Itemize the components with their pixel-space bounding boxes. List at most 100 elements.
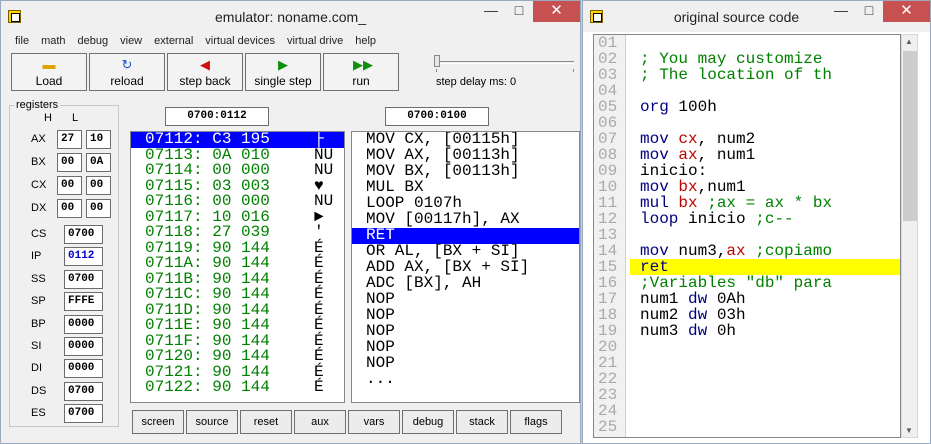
code-line[interactable]: mul bx ;ax = ax * bx (630, 195, 900, 211)
source-button[interactable]: source (186, 410, 238, 434)
code-area[interactable]: ; You may customize ; The location of th… (630, 35, 900, 435)
register-label-es: ES (31, 407, 46, 420)
code-line[interactable]: num1 dw 0Ah (630, 291, 900, 307)
menu-virtual-devices[interactable]: virtual devices (199, 32, 281, 51)
register-cx-low[interactable]: 00 (86, 176, 111, 195)
source-maximize-button[interactable]: □ (855, 1, 883, 22)
memory-address: 07122: (145, 378, 203, 396)
line-number: 17 (598, 290, 618, 308)
step-delay-slider[interactable]: step delay ms: 0 (434, 53, 579, 91)
code-line[interactable]: num3 dw 0h (630, 323, 900, 339)
registers-title: registers (14, 99, 61, 111)
code-line[interactable] (630, 227, 900, 243)
register-ax-low[interactable]: 10 (86, 130, 111, 149)
line-number: 23 (598, 386, 618, 404)
memory-address-field[interactable]: 0700:0112 (165, 107, 269, 126)
menu-help[interactable]: help (349, 32, 382, 51)
disassembly-row[interactable]: ... (352, 371, 579, 388)
register-sp-value[interactable]: FFFE (64, 292, 103, 312)
scroll-down-icon[interactable]: ▼ (905, 426, 913, 435)
code-line[interactable]: ; The location of th (630, 67, 900, 83)
code-line[interactable] (630, 419, 900, 435)
line-number: 08 (598, 146, 618, 164)
disassembly-list[interactable]: MOV CX, [00115h] MOV AX, [00113h] MOV BX, … (351, 131, 580, 403)
code-line[interactable] (630, 339, 900, 355)
memory-char: NU (314, 192, 334, 210)
single-step-button[interactable]: ▶ single step (245, 53, 321, 91)
code-line[interactable] (630, 83, 900, 99)
register-si-value[interactable]: 0000 (64, 337, 103, 356)
slider-thumb[interactable] (434, 55, 440, 67)
line-number: 02 (598, 50, 618, 68)
register-dx-high[interactable]: 00 (57, 199, 82, 218)
flags-button[interactable]: flags (510, 410, 562, 434)
vars-button[interactable]: vars (348, 410, 400, 434)
stack-button[interactable]: stack (456, 410, 508, 434)
disassembly-address-field[interactable]: 0700:0100 (385, 107, 489, 126)
reset-button[interactable]: reset (240, 410, 292, 434)
code-line[interactable]: mov bx,num1 (630, 179, 900, 195)
register-label-dx: DX (31, 202, 47, 214)
menu-math[interactable]: math (35, 32, 71, 51)
debug-button[interactable]: debug (402, 410, 454, 434)
minimize-button[interactable]: — (477, 1, 505, 22)
register-cs-value[interactable]: 0700 (64, 225, 103, 244)
code-line[interactable]: ;Variables "db" para (630, 275, 900, 291)
register-bx-high[interactable]: 00 (57, 153, 82, 172)
menu-debug[interactable]: debug (72, 32, 115, 51)
code-line[interactable]: org 100h (630, 99, 900, 115)
code-token: num3, (668, 243, 727, 259)
line-number: 06 (598, 114, 618, 132)
code-line[interactable]: ret (630, 259, 900, 275)
code-token: 100h (668, 99, 717, 115)
code-token: 0Ah (707, 291, 746, 307)
code-line[interactable] (630, 371, 900, 387)
close-button[interactable]: ✕ (533, 1, 580, 22)
register-es-value[interactable]: 0700 (64, 404, 103, 424)
code-line[interactable] (630, 35, 900, 51)
code-line[interactable] (630, 355, 900, 371)
source-minimize-button[interactable]: — (827, 1, 855, 22)
register-ss-value[interactable]: 0700 (64, 269, 103, 289)
register-ds-value[interactable]: 0700 (64, 381, 103, 401)
register-label-ds: DS (31, 384, 47, 397)
source-editor[interactable]: 01 02 03 04 05 06 07 08 09 10 11 12 13 14 15 16 17 18 19 20… (593, 34, 901, 438)
register-ax-high[interactable]: 27 (57, 130, 82, 149)
source-close-button[interactable]: ✕ (883, 1, 930, 22)
menu-view[interactable]: view (114, 32, 148, 51)
code-line[interactable]: num2 dw 03h (630, 307, 900, 323)
register-bx-low[interactable]: 0A (86, 153, 111, 172)
emulator-titlebar[interactable]: emulator: noname.com_ — □ ✕ (1, 1, 580, 32)
source-titlebar[interactable]: original source code — □ ✕ (583, 1, 930, 32)
screen-button[interactable]: screen (132, 410, 184, 434)
register-di-value[interactable]: 0000 (64, 359, 103, 379)
scrollbar-thumb[interactable] (903, 51, 917, 221)
code-line[interactable]: inicio: (630, 163, 900, 179)
register-ip-value[interactable]: 0112 (64, 247, 103, 267)
code-line[interactable] (630, 403, 900, 419)
menu-external[interactable]: external (148, 32, 199, 51)
maximize-button[interactable]: □ (505, 1, 533, 22)
code-line[interactable] (630, 115, 900, 131)
code-line[interactable]: loop inicio ;c-- (630, 211, 900, 227)
step-back-button[interactable]: ◀ step back (167, 53, 243, 91)
code-line[interactable]: mov ax, num1 (630, 147, 900, 163)
memory-list[interactable]: 07112: C3 195 ├ 07113: 0A 010 NU 07114: 00 0… (130, 131, 345, 403)
code-line[interactable]: mov cx, num2 (630, 131, 900, 147)
code-line[interactable]: mov num3,ax ;copiamo (630, 243, 900, 259)
code-line[interactable]: ; You may customize (630, 51, 900, 67)
aux-button[interactable]: aux (294, 410, 346, 434)
memory-row[interactable]: 07122: 90 144 É (131, 378, 344, 396)
line-number: 19 (598, 322, 618, 340)
run-button[interactable]: ▶▶ run (323, 53, 399, 91)
reload-button[interactable]: ↻ reload (89, 53, 165, 91)
menu-file[interactable]: file (9, 32, 35, 51)
scroll-up-icon[interactable]: ▲ (905, 37, 913, 46)
menu-virtual-drive[interactable]: virtual drive (281, 32, 349, 51)
code-line[interactable] (630, 387, 900, 403)
load-button[interactable]: ▬ Load (11, 53, 87, 91)
source-scrollbar[interactable]: ▲ ▼ (901, 34, 918, 438)
register-dx-low[interactable]: 00 (86, 199, 111, 218)
register-cx-high[interactable]: 00 (57, 176, 82, 195)
register-bp-value[interactable]: 0000 (64, 314, 103, 334)
